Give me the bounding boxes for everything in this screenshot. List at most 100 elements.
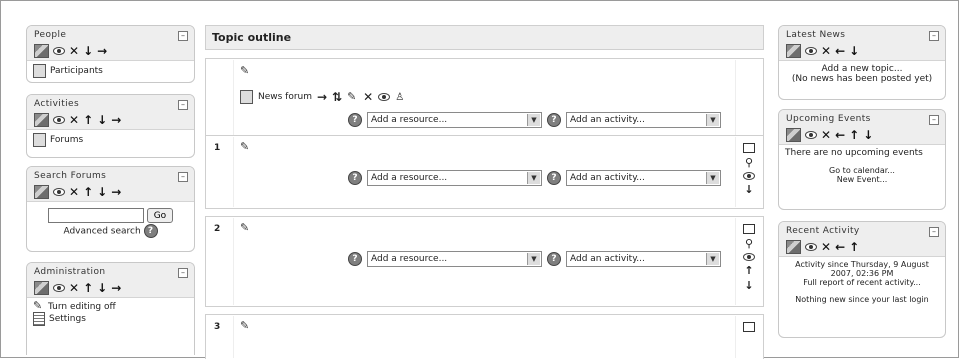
group-mode-icon[interactable]: ♙ <box>395 92 404 103</box>
move-down-icon[interactable]: ↓ <box>744 280 753 291</box>
hide-icon[interactable] <box>53 283 65 292</box>
move-right-icon[interactable]: → <box>97 45 107 57</box>
lightbulb-icon[interactable]: ⚲ <box>745 157 753 168</box>
edit-summary-icon[interactable] <box>240 320 251 332</box>
hide-icon[interactable] <box>805 242 817 251</box>
move-up-icon[interactable]: ↑ <box>83 114 93 126</box>
latest-news-collapse-button[interactable]: – <box>929 31 939 41</box>
move-up-icon[interactable]: ↑ <box>83 186 93 198</box>
hide-topic-icon[interactable] <box>743 172 755 180</box>
forums-link[interactable]: Forums <box>33 133 188 147</box>
move-icon[interactable]: ⇅ <box>332 91 342 103</box>
move-right-icon[interactable]: → <box>111 114 121 126</box>
administration-header: Administration – ✕ ↑ ↓ → <box>27 263 194 298</box>
help-icon[interactable]: ? <box>143 224 158 238</box>
delete-icon[interactable]: ✕ <box>69 282 79 294</box>
recent-activity-body: Activity since Thursday, 9 August 2007, … <box>779 257 945 307</box>
assign-roles-icon[interactable] <box>34 280 49 295</box>
activities-body: Forums <box>27 130 194 150</box>
administration-collapse-button[interactable]: – <box>178 268 188 278</box>
move-down-icon[interactable]: ↓ <box>863 129 873 141</box>
go-button[interactable]: Go <box>146 208 174 223</box>
dropdown-arrow-icon: ▼ <box>706 172 719 184</box>
help-icon[interactable]: ? <box>348 252 362 266</box>
move-up-icon[interactable]: ↑ <box>83 282 93 294</box>
move-left-icon[interactable]: ← <box>835 129 845 141</box>
assign-roles-icon[interactable] <box>34 112 49 127</box>
search-input[interactable] <box>47 208 144 223</box>
help-icon[interactable]: ? <box>547 113 561 127</box>
hide-icon[interactable] <box>53 115 65 124</box>
add-activity-select[interactable]: Add an activity... ▼ <box>566 112 721 128</box>
section-3: 3 <box>205 314 764 359</box>
hide-icon[interactable] <box>805 46 817 55</box>
turn-editing-off-link[interactable]: Turn editing off <box>33 300 188 312</box>
new-event-link[interactable]: New Event... <box>785 175 939 184</box>
help-icon[interactable]: ? <box>348 171 362 185</box>
people-collapse-button[interactable]: – <box>178 31 188 41</box>
assign-roles-icon[interactable] <box>786 43 801 58</box>
move-down-icon[interactable]: ↓ <box>849 45 859 57</box>
advanced-search-link[interactable]: Advanced search <box>63 227 140 237</box>
move-right-icon[interactable]: → <box>317 91 327 103</box>
move-up-icon[interactable]: ↑ <box>849 129 859 141</box>
search-forums-collapse-button[interactable]: – <box>178 172 188 182</box>
upcoming-events-collapse-button[interactable]: – <box>929 115 939 125</box>
move-down-icon[interactable]: ↓ <box>97 186 107 198</box>
help-icon[interactable]: ? <box>348 113 362 127</box>
hide-topic-icon[interactable] <box>743 253 755 261</box>
delete-icon[interactable]: ✕ <box>69 186 79 198</box>
lightbulb-icon[interactable]: ⚲ <box>745 238 753 249</box>
forum-icon <box>240 90 253 104</box>
people-block: People – ✕ ↓ → Participants <box>26 25 195 83</box>
hide-icon[interactable] <box>378 93 391 101</box>
go-to-calendar-link[interactable]: Go to calendar... <box>785 166 939 175</box>
news-forum-link[interactable]: News forum <box>258 92 312 102</box>
move-right-icon[interactable]: → <box>111 186 121 198</box>
activities-collapse-button[interactable]: – <box>178 100 188 110</box>
help-icon[interactable]: ? <box>547 171 561 185</box>
add-activity-select[interactable]: Add an activity... ▼ <box>566 170 721 186</box>
move-up-icon[interactable]: ↑ <box>849 241 859 253</box>
full-report-link[interactable]: Full report of recent activity... <box>785 278 939 287</box>
assign-roles-icon[interactable] <box>786 239 801 254</box>
hide-icon[interactable] <box>53 187 65 196</box>
delete-icon[interactable]: ✕ <box>69 45 79 57</box>
upcoming-events-block: Upcoming Events – ✕ ← ↑ ↓ There are no u… <box>778 109 946 210</box>
assign-roles-icon[interactable] <box>786 127 801 142</box>
delete-icon[interactable]: ✕ <box>69 114 79 126</box>
settings-link[interactable]: Settings <box>33 312 188 326</box>
delete-icon[interactable]: ✕ <box>821 45 831 57</box>
participants-link[interactable]: Participants <box>33 64 188 78</box>
update-icon[interactable] <box>347 91 358 103</box>
add-activity-select[interactable]: Add an activity... ▼ <box>566 251 721 267</box>
add-topic-link[interactable]: Add a new topic... <box>785 64 939 74</box>
edit-summary-icon[interactable] <box>240 222 251 234</box>
move-right-icon[interactable]: → <box>111 282 121 294</box>
hide-icon[interactable] <box>53 46 65 55</box>
add-resource-select[interactable]: Add a resource... ▼ <box>367 170 542 186</box>
move-up-icon[interactable]: ↑ <box>744 265 753 276</box>
show-only-topic-icon[interactable] <box>743 322 755 332</box>
edit-summary-icon[interactable] <box>240 141 251 153</box>
move-left-icon[interactable]: ← <box>835 241 845 253</box>
move-down-icon[interactable]: ↓ <box>97 114 107 126</box>
move-left-icon[interactable]: ← <box>835 45 845 57</box>
add-resource-select[interactable]: Add a resource... ▼ <box>367 112 542 128</box>
move-down-icon[interactable]: ↓ <box>83 45 93 57</box>
hide-icon[interactable] <box>805 130 817 139</box>
move-down-icon[interactable]: ↓ <box>97 282 107 294</box>
recent-activity-collapse-button[interactable]: – <box>929 227 939 237</box>
delete-icon[interactable]: ✕ <box>821 129 831 141</box>
show-only-topic-icon[interactable] <box>743 224 755 234</box>
latest-news-title: Latest News <box>786 30 846 40</box>
assign-roles-icon[interactable] <box>34 43 49 58</box>
move-down-icon[interactable]: ↓ <box>744 184 753 195</box>
add-resource-select[interactable]: Add a resource... ▼ <box>367 251 542 267</box>
delete-icon[interactable]: ✕ <box>821 241 831 253</box>
edit-summary-icon[interactable] <box>240 65 251 77</box>
show-only-topic-icon[interactable] <box>743 143 755 153</box>
delete-icon[interactable]: ✕ <box>363 91 373 103</box>
help-icon[interactable]: ? <box>547 252 561 266</box>
assign-roles-icon[interactable] <box>34 184 49 199</box>
